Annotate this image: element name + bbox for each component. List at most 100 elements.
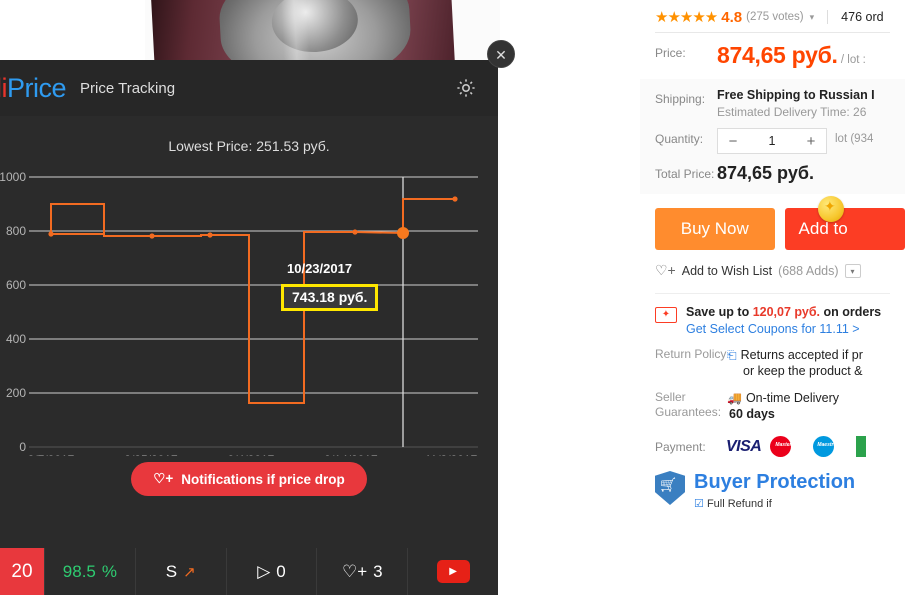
buyer-protection-subtitle: ☑ Full Refund if	[694, 498, 772, 510]
rating-row: ★★★★★ 4.8 (275 votes) ▾ 476 ord	[640, 0, 905, 28]
percent-value: 98.5	[62, 561, 96, 581]
shipping-row: Shipping: Free Shipping to Russian I Est…	[640, 79, 905, 119]
payment-label: Payment:	[655, 439, 706, 454]
price-value: 874,65 руб.	[717, 42, 838, 68]
aliprice-panel: liPrice Price Tracking Lowest Price: 251…	[0, 60, 498, 595]
wishlist-label: Add to Wish List	[681, 263, 773, 278]
price-label: Price:	[655, 46, 686, 60]
maestro-icon: Maestro	[813, 436, 847, 457]
heart-plus-icon: ♡+	[153, 471, 174, 486]
aliprice-logo: liPrice	[0, 72, 67, 103]
coupon-prefix: Save up to	[686, 305, 753, 319]
additional-payment-icon	[856, 436, 867, 457]
svg-text:0: 0	[19, 440, 26, 454]
page-whitespace-bottom-mid	[498, 560, 640, 595]
guarantee-line2: 60 days	[729, 407, 775, 421]
coupon-suffix: on orders	[820, 305, 882, 319]
chevron-down-icon[interactable]: ▾	[844, 263, 861, 278]
return-policy-line2: or keep the product &	[743, 364, 863, 378]
rating-votes: (275 votes)	[746, 11, 804, 23]
gear-icon[interactable]	[454, 76, 478, 100]
return-policy-label: Return Policy	[655, 347, 727, 361]
quantity-stepper[interactable]: − 1 +	[717, 128, 827, 154]
orders-count[interactable]: 476 ord	[841, 10, 883, 24]
aliprice-status-bar: 20 98.5 % S ↗ ▷ 0 ♡+ 3 ▶	[0, 548, 498, 595]
chart-highlight-point	[397, 227, 409, 239]
status-wishlist-count[interactable]: ♡+ 3	[316, 548, 408, 595]
add-to-cart-button[interactable]: Add to	[784, 208, 905, 250]
svg-text:800: 800	[6, 224, 26, 238]
panel-header: liPrice Price Tracking	[0, 60, 498, 116]
payment-block: Payment: VISA MasterCard Maestro	[640, 422, 905, 457]
price-history-chart[interactable]: 1000 800 600 400 200 0 8/7/2017 8/25/201…	[0, 166, 498, 456]
chevron-down-icon[interactable]: ▾	[810, 12, 815, 23]
quantity-increment-button[interactable]: +	[796, 133, 826, 150]
svg-text:9/14/2017: 9/14/2017	[324, 453, 378, 456]
status-youtube[interactable]: ▶	[407, 548, 498, 595]
youtube-icon: ▶	[436, 560, 470, 583]
play-count: 0	[276, 561, 286, 581]
buyer-protection-block: Buyer Protection ☑ Full Refund if	[640, 457, 905, 510]
quantity-available-note: lot (934	[835, 133, 874, 145]
panel-title: Price Tracking	[80, 79, 176, 97]
coupon-amount: 120,07 руб.	[752, 305, 821, 319]
status-count-badge[interactable]: 20	[0, 548, 44, 595]
lowest-price-text: Lowest Price: 251.53 руб.	[168, 138, 330, 154]
shipping-label: Shipping:	[655, 92, 706, 106]
shipping-eta: Estimated Delivery Time: 26	[717, 105, 867, 119]
price-drop-notification-button[interactable]: ♡+ Notifications if price drop	[131, 462, 367, 496]
trend-up-arrow-icon: ↗	[183, 563, 196, 581]
status-video-count[interactable]: ▷ 0	[225, 548, 317, 595]
svg-text:8/7/2017: 8/7/2017	[28, 453, 75, 456]
coupon-link[interactable]: Get Select Coupons for 11.11 >	[686, 322, 881, 336]
quantity-row: Quantity: − 1 + lot (934	[640, 119, 905, 154]
shipping-value: Free Shipping to Russian I	[717, 88, 875, 102]
quantity-label: Quantity:	[655, 132, 704, 146]
quantity-decrement-button[interactable]: −	[718, 133, 748, 150]
divider	[827, 10, 829, 24]
check-icon: ☑	[694, 498, 704, 510]
svg-text:9/4/2017: 9/4/2017	[228, 453, 275, 456]
svg-text:200: 200	[6, 386, 26, 400]
total-price-value: 874,65 руб.	[717, 163, 814, 183]
visa-icon: VISA	[726, 437, 762, 455]
return-box-icon: ⎗	[727, 348, 737, 362]
svg-text:11/3/2017: 11/3/2017	[425, 453, 478, 456]
wishlist-count: (688 Adds)	[778, 263, 839, 278]
buyer-protection-shield-icon	[655, 471, 685, 505]
tooltip-date: 10/23/2017	[287, 261, 353, 276]
status-price-trend[interactable]: S ↗	[134, 548, 226, 595]
buyer-protection-title: Buyer Protection	[694, 471, 856, 493]
purchase-buttons: Buy Now Add to	[640, 194, 905, 250]
seller-guarantees-block: Seller Guarantees: 🚚 On-time Delivery 60 …	[640, 379, 905, 422]
seller-guarantees-label: Seller Guarantees:	[655, 390, 722, 419]
svg-text:400: 400	[6, 332, 26, 346]
total-price-row: Total Price: 874,65 руб.	[640, 154, 905, 184]
heart-plus-icon: ♡+	[655, 262, 676, 278]
close-icon[interactable]: ✕	[487, 40, 515, 68]
add-to-wishlist[interactable]: ♡+ Add to Wish List (688 Adds) ▾	[640, 250, 905, 279]
return-policy-block: Return Policy ⎗ Returns accepted if pr or…	[640, 336, 905, 379]
percent-unit: %	[101, 561, 117, 581]
page-whitespace-top-left	[0, 0, 145, 60]
total-price-label: Total Price:	[655, 167, 715, 181]
quantity-input[interactable]: 1	[748, 134, 796, 148]
chart-svg: 1000 800 600 400 200 0 8/7/2017 8/25/201…	[0, 170, 478, 456]
shipping-block: Shipping: Free Shipping to Russian I Est…	[640, 79, 905, 194]
page-gutter	[500, 0, 640, 595]
svg-text:8/25/2017: 8/25/2017	[124, 453, 178, 456]
status-feedback-percent[interactable]: 98.5 %	[44, 548, 135, 595]
return-policy-line1: Returns accepted if pr	[740, 348, 863, 362]
star-rating-icon: ★★★★★	[655, 9, 718, 26]
buy-now-button[interactable]: Buy Now	[655, 208, 775, 250]
heart-plus-icon: ♡+	[341, 561, 368, 581]
price-row: Price: 874,65 руб. / lot :	[640, 33, 905, 69]
coupon-icon: ✦	[655, 307, 677, 323]
coin-badge-icon	[818, 196, 844, 222]
play-icon: ▷	[257, 561, 271, 581]
tooltip-price: 743.18 руб.	[281, 284, 379, 311]
mastercard-icon: MasterCard	[770, 436, 804, 457]
dollar-icon: S	[165, 561, 178, 581]
wish-count: 3	[373, 561, 383, 581]
guarantee-line1: On-time Delivery	[745, 391, 840, 405]
